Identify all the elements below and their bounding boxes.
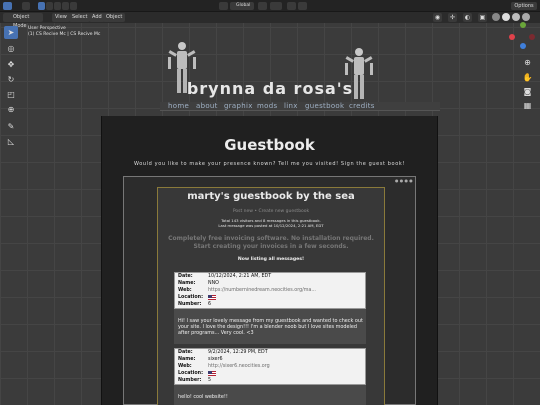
site-title: brynna da rosa's [186,79,354,98]
falloff-icon[interactable] [298,2,307,10]
nav-guestbook[interactable]: guestbook [305,101,344,112]
nav-mods[interactable]: mods [257,101,277,112]
guestbook-stats: Total 143 visitors and 8 messages in thi… [157,218,385,228]
move-tool-icon[interactable]: ✥ [4,58,18,71]
wireframe-shading-icon[interactable] [492,13,500,21]
nav-linx[interactable]: linx [284,101,298,112]
us-flag-icon [208,371,216,376]
entry-message: Hi! I saw your lovely message from my gu… [178,318,363,337]
page-subtitle: Would you like to make your presence kno… [134,161,405,167]
iframe-controls-icon[interactable]: ● ● ● ● [395,178,413,183]
entry-date: 10/12/2024, 2:21 AM, EDT [208,274,272,279]
promo-ad[interactable]: Completely free invoicing software. No i… [165,235,377,251]
label-number: Number: [178,378,202,383]
nav-home[interactable]: home [168,101,189,112]
select-mode-subtract-icon[interactable] [54,2,61,10]
solid-shading-icon[interactable] [502,13,510,21]
entry-date: 9/2/2024, 12:29 PM, EDT [208,350,268,355]
rendered-shading-icon[interactable] [522,13,530,21]
viewport-info: User Perspective (1) CS Recive Mc | CS R… [28,26,100,38]
transform-orientation-select[interactable]: Global [230,2,254,10]
axis-z-icon[interactable] [520,43,526,49]
select-mode-invert-icon[interactable] [62,2,69,10]
entry-header: Date: 10/12/2024, 2:21 AM, EDT Name: NNO… [174,272,366,309]
grid-perspective-icon[interactable]: ▦ [522,100,533,111]
label-name: Name: [178,281,196,286]
options-menu[interactable]: Options [511,2,537,10]
pivot-icon[interactable] [219,2,228,10]
editor-type-icon[interactable] [3,2,12,10]
entry-name: sixer6 [208,357,223,362]
visibility-icon[interactable]: ◉ [433,13,442,22]
blender-topbar: Global Options [0,0,540,12]
proportional-edit-icon[interactable] [287,2,296,10]
overlay-toggle-icon[interactable]: ◐ [463,13,472,22]
label-date: Date: [178,350,193,355]
entry-header: Date: 9/2/2024, 12:29 PM, EDT Name: sixe… [174,348,366,385]
nav-graphix[interactable]: graphix [224,101,253,112]
snap-icon[interactable] [258,2,267,10]
xray-icon[interactable]: ▣ [478,13,487,22]
us-flag-icon [208,295,216,300]
select-mode-new-icon[interactable] [38,2,45,10]
menu-object[interactable]: Object [103,13,126,22]
rotate-tool-icon[interactable]: ↻ [4,73,18,86]
axis-y-icon[interactable] [520,22,526,28]
label-location: Location: [178,371,203,376]
axis-x-icon[interactable] [509,34,515,40]
axis-neg-x-icon[interactable] [529,34,535,40]
listing-heading: Now listing all messages! [237,257,305,262]
label-name: Name: [178,357,196,362]
entry-web-link[interactable]: http://sixer6.neocities.org [208,364,270,370]
gizmo-toggle-icon[interactable]: ✢ [448,13,457,22]
nav-credits[interactable]: credits [349,101,375,112]
label-location: Location: [178,295,203,300]
entry-message: hello! cool website!! [178,394,228,400]
nav-about[interactable]: about [196,101,218,112]
page-title: Guestbook [224,136,315,154]
menu-select[interactable]: Select [69,13,91,22]
entry-number: 6 [208,302,212,307]
entry-name: NNO [208,281,219,286]
measure-tool-icon[interactable]: ◺ [4,135,18,148]
guestbook-title: marty's guestbook by the sea [187,191,355,202]
label-web: Web: [178,364,192,369]
zoom-icon[interactable]: ⊕ [522,57,533,68]
label-number: Number: [178,302,202,307]
stats-line: Last message was posted at 10/12/2024, 2… [218,222,324,228]
entry-number: 5 [208,378,212,383]
scale-tool-icon[interactable]: ◰ [4,88,18,101]
promo-line: Start creating your invoices in a few se… [193,243,349,250]
menu-view[interactable]: View [52,13,70,22]
guestbook-links[interactable]: Post new • Create new guestbook [157,209,385,214]
snap-target-icon[interactable] [270,2,282,10]
label-web: Web: [178,288,192,293]
viewport-collection: (1) CS Recive Mc | CS Recive Mc [28,32,101,37]
transform-tool-icon[interactable]: ⊕ [4,103,18,116]
pan-hand-icon[interactable]: ✋ [522,72,533,83]
label-date: Date: [178,274,193,279]
entry-web-link[interactable]: https://numberninedream.neocities.org/ma… [208,288,316,294]
select-tool-icon[interactable] [22,2,30,10]
material-shading-icon[interactable] [512,13,520,21]
select-mode-intersect-icon[interactable] [70,2,77,10]
cursor-tool-icon[interactable]: ◎ [4,42,18,55]
select-box-tool-icon[interactable]: ➤ [4,26,18,39]
promo-line: Completely free invoicing software. No i… [168,235,374,242]
camera-view-icon[interactable]: ◙ [522,86,533,97]
select-mode-extend-icon[interactable] [46,2,53,10]
navigation-gizmo[interactable] [509,22,537,52]
annotate-tool-icon[interactable]: ✎ [4,120,18,133]
mode-select[interactable]: Object Mode [3,13,43,29]
